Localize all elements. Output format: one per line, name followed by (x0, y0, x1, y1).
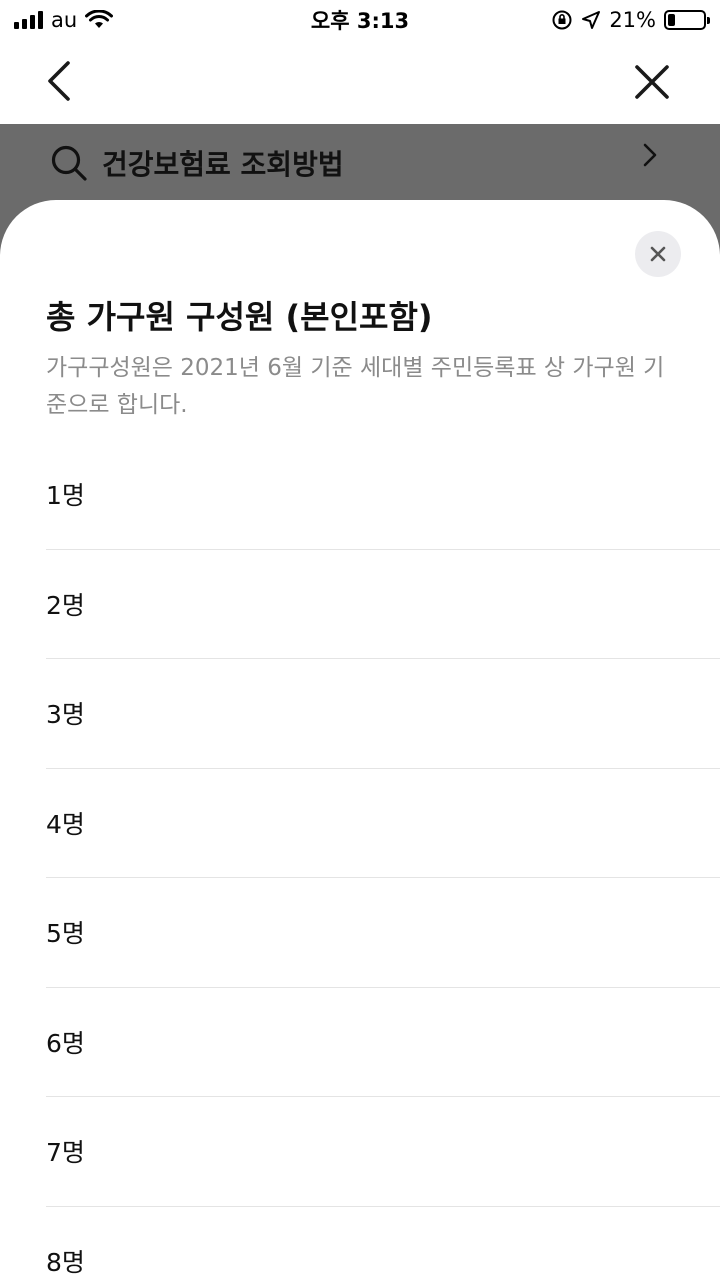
search-row[interactable]: 건강보험료 조회방법 (0, 124, 720, 202)
nav-bar (0, 40, 720, 124)
option-label: 7명 (46, 1138, 85, 1168)
screen: au 오후 3:13 21% 건강보험료 조회방법 총 가구원 구성원 (본인포… (0, 0, 720, 1280)
sheet-description: 가구구성원은 2021년 6월 기준 세대별 주민등록표 상 가구원 기준으로 … (46, 355, 665, 418)
location-icon (582, 11, 601, 29)
sheet-close-button[interactable] (635, 231, 681, 277)
battery-icon (664, 10, 710, 30)
option-item[interactable]: 2명 (46, 550, 720, 659)
sheet-title: 총 가구원 구성원 (본인포함) (46, 298, 433, 336)
chevron-left-icon[interactable] (40, 58, 80, 104)
search-label: 건강보험료 조회방법 (102, 148, 344, 181)
option-label: 4명 (46, 809, 85, 839)
close-icon[interactable] (632, 62, 672, 102)
search-icon (51, 145, 87, 181)
signal-icon (14, 11, 43, 29)
carrier-label: au (51, 8, 78, 32)
option-list: 1명 2명 3명 4명 5명 6명 7명 8명 (46, 440, 720, 1280)
option-item[interactable]: 6명 (46, 988, 720, 1097)
status-left: au (14, 8, 114, 32)
option-item[interactable]: 3명 (46, 659, 720, 769)
option-item[interactable]: 5명 (46, 878, 720, 988)
status-bar: au 오후 3:13 21% (0, 0, 720, 40)
option-item[interactable]: 4명 (46, 769, 720, 878)
option-item[interactable]: 7명 (46, 1097, 720, 1207)
close-icon (650, 246, 666, 262)
battery-percent: 21% (609, 8, 656, 32)
battery-fill (668, 14, 676, 26)
option-item[interactable]: 1명 (46, 440, 720, 550)
option-label: 3명 (46, 700, 85, 730)
option-label: 1명 (46, 481, 85, 511)
option-label: 5명 (46, 919, 85, 949)
option-label: 6명 (46, 1028, 85, 1058)
orientation-lock-icon (552, 10, 572, 30)
option-item[interactable]: 8명 (46, 1207, 720, 1280)
wifi-icon (85, 10, 114, 28)
status-right: 21% (551, 8, 710, 32)
option-label: 2명 (46, 590, 85, 620)
bottom-sheet: 총 가구원 구성원 (본인포함) 가구구성원은 2021년 6월 기준 세대별 … (0, 200, 720, 1280)
option-label: 8명 (46, 1248, 85, 1278)
chevron-right-icon[interactable] (640, 142, 660, 168)
